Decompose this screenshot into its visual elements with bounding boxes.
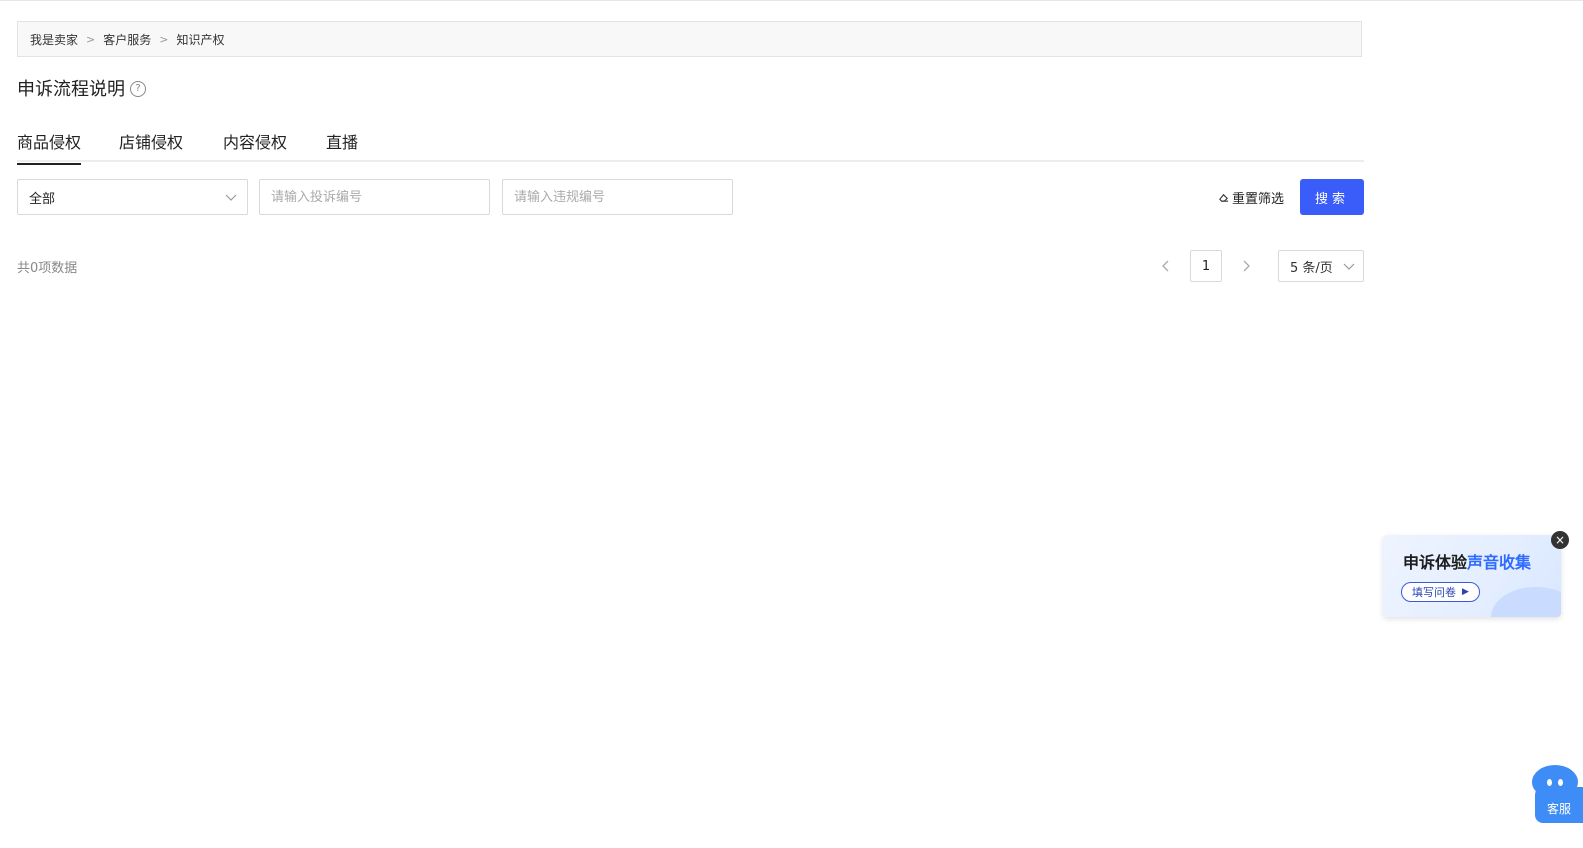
chevron-down-icon [1343, 263, 1355, 270]
eraser-icon [1219, 193, 1229, 202]
breadcrumb-item-customer-service[interactable]: 客户服务 [103, 31, 151, 48]
page-title: 申诉流程说明 [17, 79, 125, 100]
breadcrumb-separator: > [159, 32, 169, 46]
tab-product-infringement[interactable]: 商品侵权 [17, 129, 82, 165]
fill-survey-label: 填写问卷 [1412, 586, 1456, 599]
question-circle-icon[interactable]: ? [130, 80, 146, 97]
reset-filter-label: 重置筛选 [1232, 192, 1285, 207]
complaint-number-input[interactable] [259, 179, 490, 215]
title-row: 申诉流程说明 ? [17, 75, 146, 101]
page-size-value: 5 条/页 [1290, 260, 1333, 276]
tab-bar: 商品侵权 店铺侵权 内容侵权 直播 [17, 120, 1364, 165]
mascot-eye [1547, 779, 1552, 786]
page: 我是卖家 > 客户服务 > 知识产权 申诉流程说明 ? 商品侵权 店铺侵权 内容… [0, 0, 1583, 848]
survey-banner[interactable]: 申诉体验声音收集 填写问卷 ▶ [1383, 535, 1561, 617]
total-count: 共0项数据 [17, 261, 78, 276]
type-select[interactable]: 全部 [17, 179, 248, 215]
customer-service-label: 客服 [1535, 787, 1583, 823]
play-icon: ▶ [1462, 587, 1469, 597]
customer-service-button[interactable]: 客服 [1530, 765, 1583, 825]
tab-content-infringement[interactable]: 内容侵权 [223, 129, 287, 163]
survey-title-part1: 申诉体验 [1403, 553, 1468, 572]
banner-decoration [1491, 587, 1561, 617]
tab-live[interactable]: 直播 [326, 129, 358, 163]
breadcrumb-separator: > [86, 32, 96, 46]
violation-number-input[interactable] [502, 179, 733, 215]
survey-title: 申诉体验声音收集 [1403, 549, 1531, 573]
reset-filter-button[interactable]: 重置筛选 [1218, 188, 1284, 207]
type-select-value: 全部 [29, 191, 56, 207]
top-divider [0, 0, 1583, 1]
breadcrumb-item-seller[interactable]: 我是卖家 [30, 31, 78, 48]
breadcrumb-item-ip: 知识产权 [176, 32, 225, 47]
chevron-down-icon [225, 194, 237, 201]
search-button[interactable]: 搜索 [1300, 179, 1364, 215]
mascot-eye [1558, 779, 1563, 786]
pagination-page[interactable]: 1 [1190, 250, 1222, 282]
tab-store-infringement[interactable]: 店铺侵权 [119, 129, 183, 163]
chevron-right-icon[interactable] [1238, 258, 1254, 274]
breadcrumb: 我是卖家 > 客户服务 > 知识产权 [17, 21, 1362, 57]
fill-survey-button[interactable]: 填写问卷 ▶ [1401, 582, 1480, 602]
page-size-select[interactable]: 5 条/页 [1278, 250, 1364, 282]
chevron-left-icon[interactable] [1158, 258, 1174, 274]
survey-title-part2: 声音收集 [1467, 553, 1532, 572]
close-icon[interactable]: × [1551, 531, 1569, 549]
